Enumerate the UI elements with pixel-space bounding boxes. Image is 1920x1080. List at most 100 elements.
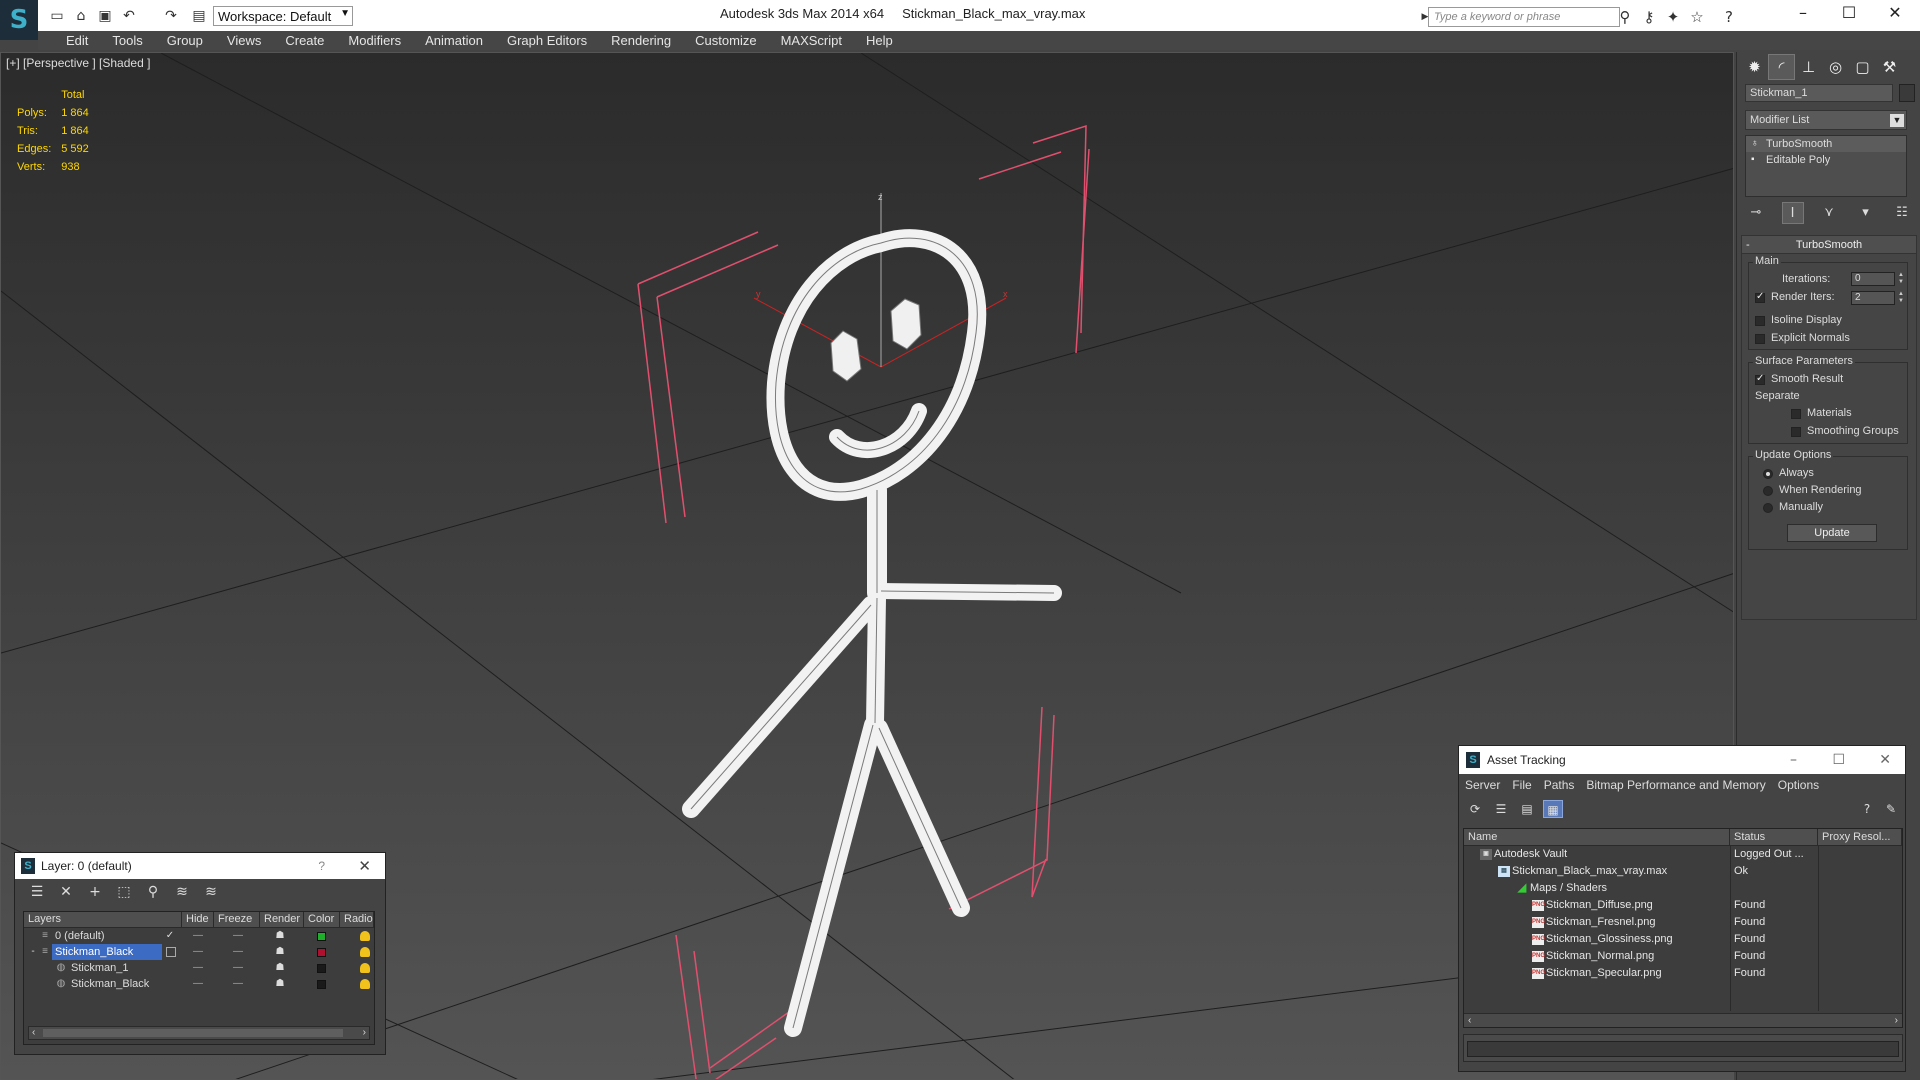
column-header[interactable]: Layers: [24, 912, 182, 927]
object-name[interactable]: Stickman_1: [68, 960, 131, 976]
hide-toggle[interactable]: —: [188, 976, 208, 992]
column-header[interactable]: Color: [304, 912, 340, 927]
column-header[interactable]: Radio: [340, 912, 374, 927]
menu-group[interactable]: Group: [155, 31, 215, 50]
close-icon[interactable]: ✕: [1872, 0, 1918, 28]
rollout-header[interactable]: - TurboSmooth: [1742, 236, 1916, 254]
search-input[interactable]: Type a keyword or phrase: [1428, 7, 1620, 27]
configure-modifier-sets-icon[interactable]: ☷: [1891, 202, 1913, 224]
column-header[interactable]: Hide: [182, 912, 214, 927]
column-header[interactable]: Freeze: [214, 912, 260, 927]
minimize-icon[interactable]: –: [1790, 746, 1797, 774]
select-in-layer-icon[interactable]: ⬚: [114, 883, 134, 901]
favorites-star-icon[interactable]: ☆: [1688, 8, 1706, 26]
undo-icon[interactable]: ↶: [120, 7, 138, 25]
pin-stack-icon[interactable]: ⊸: [1745, 202, 1767, 224]
smooth-result-checkbox[interactable]: [1755, 373, 1765, 385]
redo-icon[interactable]: ↷: [162, 7, 180, 25]
menu-modifiers[interactable]: Modifiers: [336, 31, 413, 50]
freeze-toggle[interactable]: —: [228, 944, 248, 960]
maximize-icon[interactable]: ☐: [1826, 0, 1872, 28]
horizontal-scrollbar[interactable]: ‹ ›: [1464, 1013, 1902, 1027]
menu-edit[interactable]: Edit: [54, 31, 100, 50]
explicit-normals-checkbox[interactable]: [1755, 334, 1765, 344]
lightbulb-icon[interactable]: ♁: [1751, 136, 1759, 152]
save-file-icon[interactable]: ▣: [96, 7, 114, 25]
hide-all-layers-icon[interactable]: ≋: [172, 883, 192, 901]
isoline-display-checkbox[interactable]: [1755, 316, 1765, 326]
render-iters-spinner[interactable]: 2: [1851, 291, 1895, 305]
column-header[interactable]: Render: [260, 912, 304, 927]
hide-toggle[interactable]: —: [188, 960, 208, 976]
object-name[interactable]: Stickman_Black: [68, 976, 152, 992]
scrollbar-thumb[interactable]: [43, 1029, 343, 1037]
utilities-tab-icon[interactable]: ⚒: [1876, 54, 1903, 80]
app-menu-button[interactable]: S: [0, 0, 38, 40]
table-view-icon[interactable]: ▦: [1543, 800, 1563, 818]
hide-toggle[interactable]: —: [188, 944, 208, 960]
modify-tab-icon[interactable]: ◜: [1768, 54, 1795, 80]
stickman-model[interactable]: [682, 229, 1062, 1037]
menu-server[interactable]: Server: [1465, 774, 1500, 796]
materials-checkbox[interactable]: [1791, 409, 1801, 419]
object-color-swatch[interactable]: [1899, 84, 1915, 102]
workspace-dropdown[interactable]: Workspace: Default ▼: [213, 6, 353, 26]
close-icon[interactable]: ✕: [1879, 746, 1891, 774]
layer-name[interactable]: 0 (default): [52, 928, 108, 944]
horizontal-scrollbar[interactable]: ‹ ›: [28, 1026, 370, 1040]
layer-row[interactable]: ◍ Stickman_1 — — ☗: [24, 960, 374, 976]
render-teapot-icon[interactable]: ☗: [270, 976, 290, 992]
current-layer-check-icon[interactable]: ✓: [164, 928, 176, 944]
create-layer-icon[interactable]: ☰: [27, 883, 47, 901]
asset-row[interactable]: ◢ Maps / Shaders: [1464, 880, 1902, 897]
iterations-spinner[interactable]: 0: [1851, 272, 1895, 286]
layer-row[interactable]: ◍ Stickman_Black — — ☗: [24, 976, 374, 992]
remove-modifier-icon[interactable]: ▾: [1855, 202, 1877, 224]
maximize-icon[interactable]: ☐: [1832, 746, 1845, 774]
radiosity-lamp-icon[interactable]: [360, 963, 370, 973]
open-file-icon[interactable]: ⌂: [72, 7, 90, 25]
freeze-toggle[interactable]: —: [228, 960, 248, 976]
menu-paths[interactable]: Paths: [1544, 774, 1575, 796]
help-icon[interactable]: ?: [1857, 800, 1877, 818]
scroll-right-icon[interactable]: ›: [1895, 1014, 1898, 1027]
layer-row[interactable]: ≡ 0 (default) ✓ — — ☗: [24, 928, 374, 944]
new-file-icon[interactable]: ▭: [48, 7, 66, 25]
asset-row[interactable]: PNG Stickman_Glossiness.png Found: [1464, 931, 1902, 948]
menu-maxscript[interactable]: MAXScript: [769, 31, 854, 50]
viewport-label[interactable]: [+] [Perspective ] [Shaded ]: [6, 56, 150, 70]
spinner-arrows-icon[interactable]: ▲ ▼: [1896, 291, 1906, 305]
menu-help[interactable]: Help: [854, 31, 905, 50]
show-end-result-icon[interactable]: I: [1781, 202, 1804, 224]
layer-name[interactable]: Stickman_Black: [52, 944, 162, 960]
delete-layer-icon[interactable]: ✕: [56, 883, 76, 901]
when-rendering-radio[interactable]: [1763, 486, 1773, 496]
subscription-icon[interactable]: ⚷: [1640, 8, 1658, 26]
always-radio[interactable]: [1763, 469, 1773, 479]
scroll-left-icon[interactable]: ‹: [1468, 1014, 1471, 1027]
column-header[interactable]: Name: [1464, 829, 1730, 845]
menu-create[interactable]: Create: [273, 31, 336, 50]
radiosity-lamp-icon[interactable]: [360, 947, 370, 957]
refresh-icon[interactable]: ⟳: [1465, 800, 1485, 818]
help-icon[interactable]: ?: [1720, 8, 1738, 26]
context-help-icon[interactable]: ✎: [1881, 800, 1901, 818]
menu-graph-editors[interactable]: Graph Editors: [495, 31, 599, 50]
render-teapot-icon[interactable]: ☗: [270, 960, 290, 976]
stack-item-turbosmooth[interactable]: ♁ TurboSmooth: [1746, 136, 1906, 152]
menu-options[interactable]: Options: [1778, 774, 1819, 796]
thumbnail-view-icon[interactable]: ▤: [1517, 800, 1537, 818]
layer-color-swatch[interactable]: [317, 948, 326, 957]
hierarchy-tab-icon[interactable]: ⊥: [1795, 54, 1822, 80]
communication-icon[interactable]: ✦: [1664, 8, 1682, 26]
object-name-field[interactable]: Stickman_1: [1745, 84, 1893, 102]
menu-tools[interactable]: Tools: [100, 31, 154, 50]
object-color-swatch[interactable]: [317, 980, 326, 989]
project-folder-icon[interactable]: ▤: [190, 7, 208, 25]
close-icon[interactable]: ✕: [358, 853, 371, 879]
minimize-icon[interactable]: –: [1780, 0, 1826, 28]
freeze-toggle[interactable]: —: [228, 928, 248, 944]
freeze-toggle[interactable]: —: [228, 976, 248, 992]
column-header[interactable]: Status: [1730, 829, 1818, 845]
make-unique-icon[interactable]: ⋎: [1818, 202, 1840, 224]
